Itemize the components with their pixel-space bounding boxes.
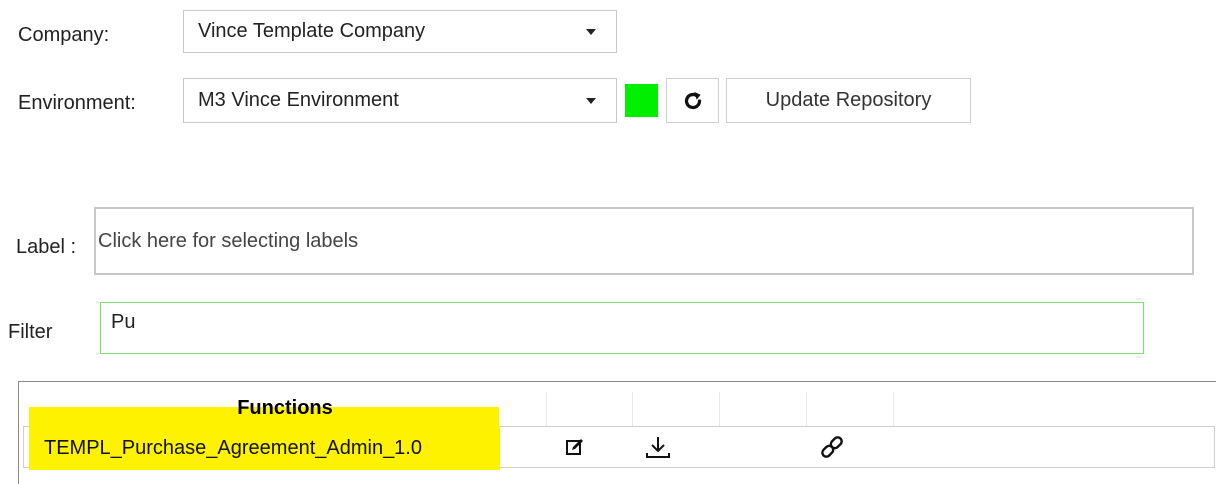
functions-grid: Functions TEMPL_Purchase_Agreement_Admin… [18, 381, 1216, 484]
company-select[interactable]: Vince Template Company [183, 10, 617, 53]
chevron-down-icon [586, 28, 596, 35]
link-icon[interactable] [817, 432, 847, 468]
download-icon[interactable] [643, 434, 673, 468]
table-row[interactable]: TEMPL_Purchase_Agreement_Admin_1.0 [23, 426, 1215, 470]
environment-status-indicator [625, 84, 658, 117]
environment-select-value: M3 Vince Environment [198, 89, 399, 111]
filter-input[interactable]: Pu [100, 302, 1144, 354]
label-selector-input[interactable]: Click here for selecting labels [94, 207, 1194, 275]
column-divider [546, 392, 547, 427]
column-divider [806, 392, 807, 427]
function-name[interactable]: TEMPL_Purchase_Agreement_Admin_1.0 [44, 436, 422, 460]
column-divider [632, 392, 633, 427]
company-label: Company: [18, 24, 110, 46]
edit-icon[interactable] [565, 437, 585, 463]
label-field-label: Label : [16, 236, 77, 258]
filter-label: Filter [8, 321, 53, 343]
company-select-value: Vince Template Company [198, 20, 426, 42]
functions-column-header[interactable]: Functions [29, 396, 541, 420]
label-selector-placeholder: Click here for selecting labels [98, 229, 359, 252]
environment-label: Environment: [18, 92, 136, 114]
update-repository-button[interactable]: Update Repository [726, 78, 971, 123]
environment-select[interactable]: M3 Vince Environment [183, 78, 617, 123]
column-divider [893, 392, 894, 427]
refresh-button[interactable] [666, 78, 719, 123]
filter-input-value: Pu [111, 311, 136, 333]
refresh-icon [684, 91, 701, 109]
column-divider [719, 392, 720, 427]
chevron-down-icon [586, 97, 596, 104]
